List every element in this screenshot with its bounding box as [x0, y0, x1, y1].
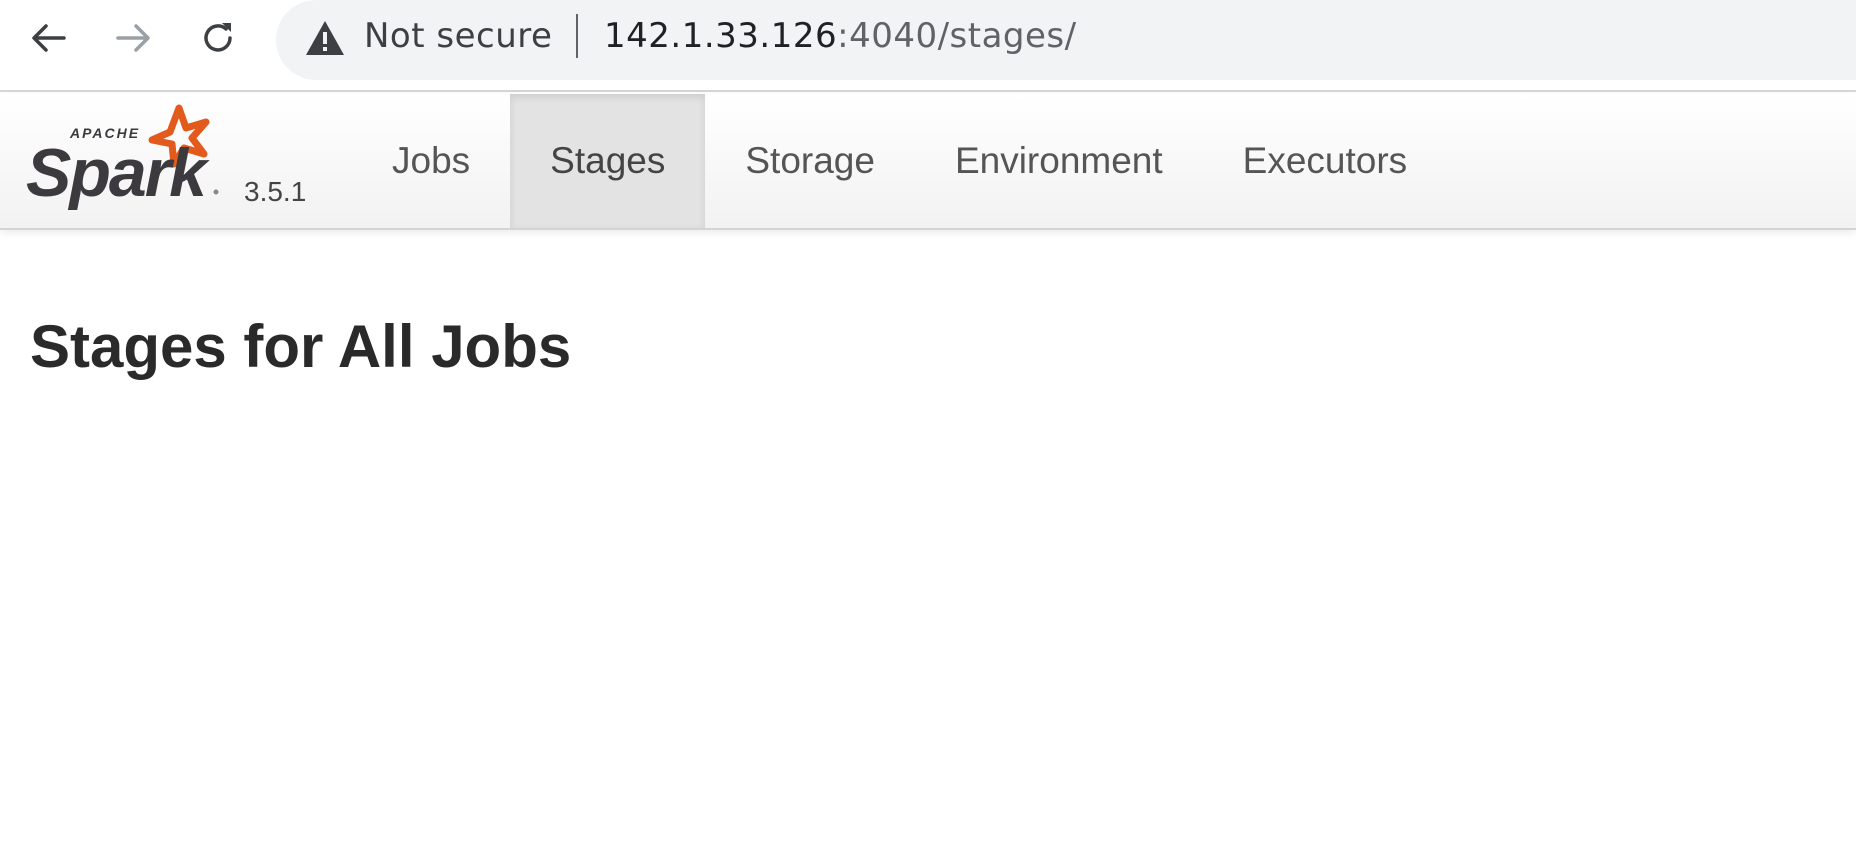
- address-bar[interactable]: Not secure 142.1.33.126:4040/stages/: [276, 0, 1856, 80]
- tab-environment[interactable]: Environment: [915, 94, 1203, 228]
- spark-version: 3.5.1: [244, 176, 307, 207]
- url-path: :4040/stages/: [837, 16, 1077, 56]
- url-divider: [576, 14, 578, 58]
- url-host: 142.1.33.126: [604, 16, 838, 56]
- tab-storage[interactable]: Storage: [705, 94, 915, 228]
- apache-spark-logo: APACHE Spark: [26, 104, 219, 210]
- security-label[interactable]: Not secure: [364, 16, 552, 56]
- tab-jobs[interactable]: Jobs: [354, 94, 510, 228]
- tab-executors[interactable]: Executors: [1203, 94, 1448, 228]
- url-text[interactable]: 142.1.33.126:4040/stages/: [604, 16, 1077, 56]
- page-title: Stages for All Jobs: [30, 313, 572, 380]
- spark-navbar: APACHE Spark 3.5.1 Jobs Stages Storage E…: [0, 94, 1856, 230]
- nav-tabs: Jobs Stages Storage Environment Executor…: [354, 94, 1447, 228]
- spark-logo-text: Spark: [26, 135, 210, 210]
- reload-icon[interactable]: [190, 10, 246, 66]
- forward-arrow-icon[interactable]: [106, 10, 162, 66]
- tab-stages[interactable]: Stages: [510, 94, 706, 228]
- browser-toolbar: Not secure 142.1.33.126:4040/stages/: [0, 0, 1856, 92]
- spark-brand-link[interactable]: APACHE Spark 3.5.1: [24, 100, 324, 220]
- warning-triangle-icon[interactable]: [304, 18, 346, 58]
- back-arrow-icon[interactable]: [20, 10, 76, 66]
